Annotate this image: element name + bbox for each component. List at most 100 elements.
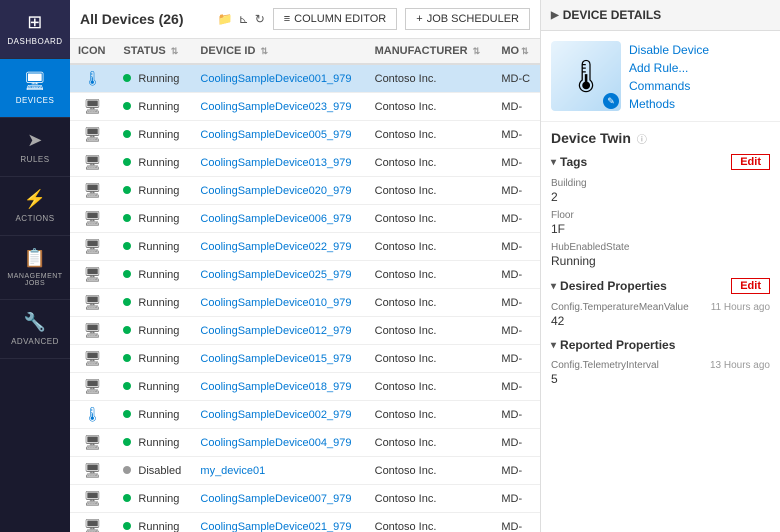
cell-status: Running <box>115 93 192 121</box>
status-text: Running <box>138 241 179 253</box>
table-row[interactable]: 🖥 Disabled my_device01 Contoso Inc. MD- <box>70 457 540 485</box>
col-model[interactable]: MO⇅ <box>493 39 540 64</box>
refresh-icon[interactable]: ↻ <box>255 12 265 26</box>
table-row[interactable]: 🖥 Running CoolingSampleDevice013_979 Con… <box>70 149 540 177</box>
table-row[interactable]: 🖥 Running CoolingSampleDevice018_979 Con… <box>70 373 540 401</box>
disable-device-link[interactable]: Disable Device <box>629 43 709 57</box>
cell-device-id: CoolingSampleDevice004_979 <box>192 429 366 457</box>
table-row[interactable]: 🖥 Running CoolingSampleDevice007_979 Con… <box>70 485 540 513</box>
cell-device-id: CoolingSampleDevice022_979 <box>192 233 366 261</box>
sidebar-item-advanced[interactable]: 🔧 ADVANCED <box>0 300 70 359</box>
cell-device-id: CoolingSampleDevice015_979 <box>192 345 366 373</box>
cell-icon: 🖥 <box>70 485 115 513</box>
cell-icon: 🖥 <box>70 233 115 261</box>
cell-model: MD- <box>493 261 540 289</box>
desired-chevron-icon[interactable]: ▾ <box>551 281 556 292</box>
desired-props-edit-button[interactable]: Edit <box>731 278 770 294</box>
table-row[interactable]: 🖥 Running CoolingSampleDevice006_979 Con… <box>70 205 540 233</box>
tags-title: ▾ Tags <box>551 155 587 169</box>
device-badge: ✎ <box>603 93 619 109</box>
table-row[interactable]: 🖥 Running CoolingSampleDevice022_979 Con… <box>70 233 540 261</box>
building-value: 2 <box>551 190 770 204</box>
table-row[interactable]: 🖥 Running CoolingSampleDevice023_979 Con… <box>70 93 540 121</box>
cell-icon: 🌡 <box>70 64 115 93</box>
cell-icon: 🌡 <box>70 401 115 429</box>
table-row[interactable]: 🖥 Running CoolingSampleDevice004_979 Con… <box>70 429 540 457</box>
cell-icon: 🖥 <box>70 205 115 233</box>
device-icon: 🖥 <box>84 98 102 115</box>
info-icon[interactable]: ⓘ <box>637 131 647 146</box>
table-row[interactable]: 🖥 Running CoolingSampleDevice025_979 Con… <box>70 261 540 289</box>
cell-manufacturer: Contoso Inc. <box>367 64 494 93</box>
cell-icon: 🖥 <box>70 121 115 149</box>
sidebar-item-label: DASHBOARD <box>7 37 62 46</box>
cell-device-id: CoolingSampleDevice021_979 <box>192 513 366 532</box>
status-text: Running <box>138 353 179 365</box>
sidebar-item-label: ACTIONS <box>15 214 54 223</box>
table-row[interactable]: 🖥 Running CoolingSampleDevice005_979 Con… <box>70 121 540 149</box>
table-row[interactable]: 🖥 Running CoolingSampleDevice012_979 Con… <box>70 317 540 345</box>
tags-edit-button[interactable]: Edit <box>731 154 770 170</box>
status-dot <box>123 186 131 194</box>
col-device-id[interactable]: DEVICE ID ⇅ <box>192 39 366 64</box>
floor-prop: Floor 1F <box>551 210 770 236</box>
building-prop: Building 2 <box>551 178 770 204</box>
cell-model: MD- <box>493 373 540 401</box>
status-dot <box>123 158 131 166</box>
sidebar-item-actions[interactable]: ⚡ ACTIONS <box>0 177 70 236</box>
table-row[interactable]: 🌡 Running CoolingSampleDevice001_979 Con… <box>70 64 540 93</box>
device-actions: Disable Device Add Rule... Commands Meth… <box>629 41 709 111</box>
cell-status: Running <box>115 261 192 289</box>
hub-enabled-label: HubEnabledState <box>551 242 770 253</box>
col-manufacturer[interactable]: MANUFACTURER ⇅ <box>367 39 494 64</box>
device-icon: 🖥 <box>84 462 102 479</box>
table-row[interactable]: 🖥 Running CoolingSampleDevice020_979 Con… <box>70 177 540 205</box>
device-icon: 🖥 <box>84 182 102 199</box>
advanced-icon: 🔧 <box>24 312 47 333</box>
table-row[interactable]: 🖥 Running CoolingSampleDevice021_979 Con… <box>70 513 540 532</box>
floor-value: 1F <box>551 222 770 236</box>
col-status[interactable]: STATUS ⇅ <box>115 39 192 64</box>
cell-status: Running <box>115 289 192 317</box>
sidebar-item-devices[interactable]: 🖥 DEVICES <box>0 59 70 118</box>
sidebar-item-management-jobs[interactable]: 📋 MANAGEMENT JOBS <box>0 236 70 300</box>
cell-device-id: CoolingSampleDevice018_979 <box>192 373 366 401</box>
desired-props-title: ▾ Desired Properties <box>551 279 667 293</box>
config-telemetry-time: 13 Hours ago <box>710 360 770 371</box>
cell-device-id: CoolingSampleDevice010_979 <box>192 289 366 317</box>
tags-chevron-icon[interactable]: ▾ <box>551 157 556 168</box>
status-text: Running <box>138 521 179 532</box>
cell-manufacturer: Contoso Inc. <box>367 261 494 289</box>
cell-model: MD- <box>493 149 540 177</box>
cell-device-id: CoolingSampleDevice002_979 <box>192 401 366 429</box>
cell-icon: 🖥 <box>70 177 115 205</box>
config-telemetry-prop: Config.TelemetryInterval 13 Hours ago 5 <box>551 360 770 386</box>
device-icon: 🖥 <box>84 518 102 532</box>
commands-link[interactable]: Commands <box>629 79 709 93</box>
cell-manufacturer: Contoso Inc. <box>367 401 494 429</box>
cell-model: MD- <box>493 457 540 485</box>
table-row[interactable]: 🖥 Running CoolingSampleDevice015_979 Con… <box>70 345 540 373</box>
cell-device-id: CoolingSampleDevice001_979 <box>192 64 366 93</box>
device-twin-title: Device Twin <box>551 130 631 146</box>
device-icon: 🖥 <box>84 378 102 395</box>
cell-device-id: my_device01 <box>192 457 366 485</box>
devices-icon: 🖥 <box>23 71 46 92</box>
reported-chevron-icon[interactable]: ▾ <box>551 340 556 351</box>
status-dot <box>123 214 131 222</box>
table-header-row: ICON STATUS ⇅ DEVICE ID ⇅ MANUFACTURER ⇅… <box>70 39 540 64</box>
table-row[interactable]: 🖥 Running CoolingSampleDevice010_979 Con… <box>70 289 540 317</box>
sidebar-item-rules[interactable]: ➤ RULES <box>0 118 70 177</box>
status-dot <box>123 522 131 530</box>
thermometer-icon: 🌡 <box>84 406 102 423</box>
table-row[interactable]: 🌡 Running CoolingSampleDevice002_979 Con… <box>70 401 540 429</box>
job-scheduler-icon: + <box>416 13 422 25</box>
column-editor-button[interactable]: ≡ COLUMN EDITOR <box>273 8 398 30</box>
job-scheduler-button[interactable]: + JOB SCHEDULER <box>405 8 530 30</box>
sidebar-item-dashboard[interactable]: ⊞ DASHBOARD <box>0 0 70 59</box>
cell-manufacturer: Contoso Inc. <box>367 205 494 233</box>
methods-link[interactable]: Methods <box>629 97 709 111</box>
cell-manufacturer: Contoso Inc. <box>367 373 494 401</box>
add-rule-link[interactable]: Add Rule... <box>629 61 709 75</box>
cell-icon: 🖥 <box>70 93 115 121</box>
